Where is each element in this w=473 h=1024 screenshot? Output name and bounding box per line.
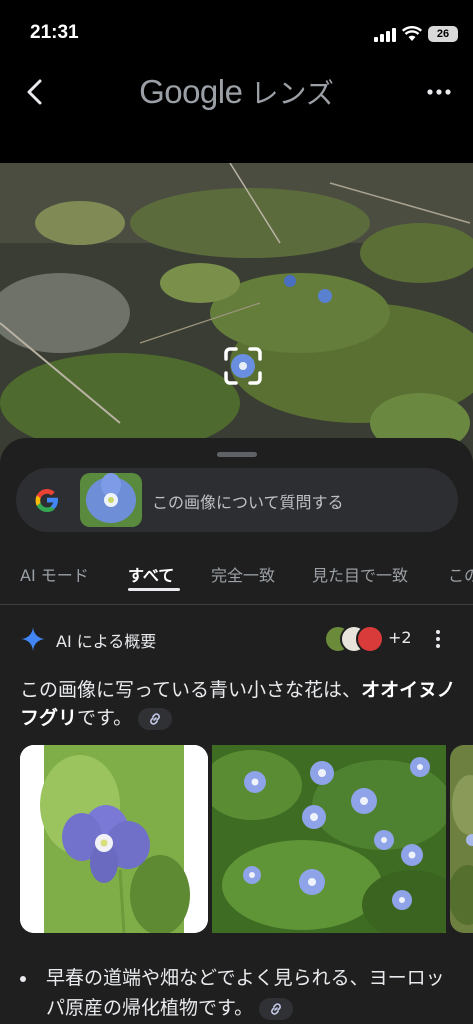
sheet-drag-handle[interactable] (217, 452, 257, 457)
more-vert-icon[interactable] (434, 629, 442, 649)
result-image[interactable] (212, 745, 446, 933)
lens-scan-icon[interactable] (222, 345, 264, 387)
result-image-row (20, 745, 473, 933)
app-bar: Google レンズ (0, 60, 473, 122)
ai-overview-title: AI による概要 (56, 632, 157, 651)
ask-image-thumbnail (80, 473, 142, 527)
link-icon (150, 712, 161, 725)
ai-overview-header: AI による概要 +2 (20, 623, 460, 653)
active-tab-indicator (128, 588, 180, 591)
google-g-icon (35, 489, 58, 512)
cellular-signal-icon (374, 28, 396, 42)
answer-text: この画像に写っている青い小さな花は、 (20, 679, 362, 701)
battery-indicator: 26 (428, 26, 458, 42)
source-avatar (356, 625, 384, 653)
bullet-dot (20, 976, 26, 982)
tab-exact-match[interactable]: 完全一致 (211, 562, 275, 586)
result-image[interactable] (450, 745, 473, 933)
app-title: Google レンズ (0, 72, 473, 112)
results-sheet: この画像について質問する AI モード すべて 完全一致 見た目で一致 この A… (0, 438, 473, 1024)
status-bar: 21:31 26 (0, 0, 473, 60)
sources-more-count[interactable]: +2 (388, 628, 412, 647)
ask-placeholder: この画像について質問する (152, 493, 344, 512)
link-icon (271, 1002, 282, 1015)
tab-ai-mode[interactable]: AI モード (20, 562, 89, 586)
source-link-chip[interactable] (138, 707, 173, 730)
source-avatars[interactable] (324, 623, 394, 653)
ai-overview-answer: この画像に写っている青い小さな花は、オオイヌノフグリです。 (20, 676, 458, 732)
app-title-brand: Google (139, 73, 243, 110)
wifi-icon (402, 26, 422, 41)
tab-all[interactable]: すべて (128, 562, 174, 586)
app-title-name: レンズ (250, 77, 334, 110)
result-image[interactable] (20, 745, 208, 933)
tab-visual-match[interactable]: 見た目で一致 (312, 562, 408, 586)
source-link-chip[interactable] (259, 997, 294, 1020)
result-tabs: AI モード すべて 完全一致 見た目で一致 この (0, 550, 473, 605)
sparkle-icon (21, 627, 45, 651)
tab-more[interactable]: この (448, 562, 473, 586)
bullet-text-wrap: 早春の道端や畑などでよく見られる、ヨーロッパ原産の帰化植物です。 (46, 963, 458, 1023)
more-horiz-icon[interactable] (427, 82, 451, 102)
ask-search-bar[interactable]: この画像について質問する (16, 468, 458, 532)
bullet-text: 早春の道端や畑などでよく見られる、ヨーロッパ原産の帰化植物です。 (46, 967, 445, 1019)
search-photo[interactable] (0, 163, 473, 463)
status-time: 21:31 (30, 22, 79, 43)
ground-photo (0, 163, 473, 463)
answer-text-end: です。 (77, 707, 133, 729)
